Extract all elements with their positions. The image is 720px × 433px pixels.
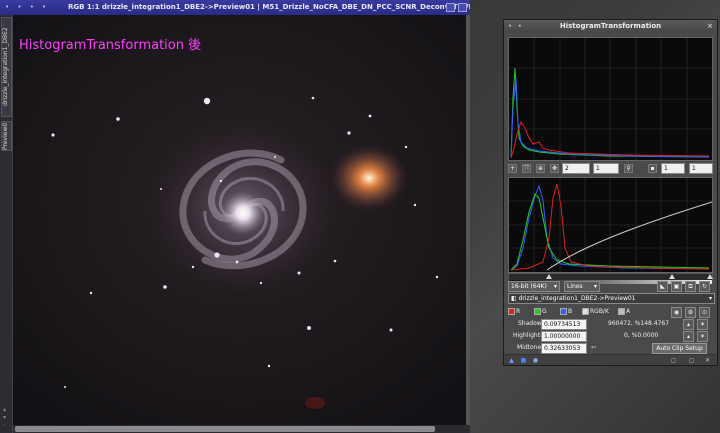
highlights-reset-button[interactable]: ▴: [683, 331, 694, 342]
chevron-down-icon: ▾: [708, 295, 712, 302]
tab-main-view[interactable]: drizzle_integration1_DBE2: [1, 17, 12, 117]
graph-style-select[interactable]: Lines ▾: [564, 281, 600, 292]
new-instance-icon[interactable]: ▲: [508, 357, 515, 364]
tab-preview01[interactable]: Preview01: [1, 121, 12, 151]
desktop: • • • • RGB 1:1 drizzle_integration1_DBE…: [0, 0, 720, 433]
highlights-field[interactable]: 1.00000000: [541, 331, 587, 342]
shadows-auto-button[interactable]: ✶: [697, 319, 708, 330]
shadows-clip-stats: 960472, %148.4767: [608, 320, 670, 327]
input-histogram-graph: [509, 178, 713, 272]
documentation-icon[interactable]: ✕: [704, 357, 711, 364]
view-selector-row: ◧ drizzle_integration1_DBE2->Preview01 ▾: [508, 293, 715, 304]
green-channel-checkbox[interactable]: [534, 308, 541, 315]
blue-channel-label: B: [568, 308, 573, 315]
zoom-in-icon[interactable]: ⊕: [536, 164, 545, 173]
shadows-reset-button[interactable]: ▴: [683, 319, 694, 330]
output-histogram-plot[interactable]: [508, 37, 713, 161]
maximize-button[interactable]: [458, 3, 467, 12]
lock-icon[interactable]: ▪: [648, 164, 657, 173]
gear-icon[interactable]: ⚙: [685, 307, 696, 318]
highlights-handle[interactable]: [707, 274, 713, 279]
vertical-scrollbar[interactable]: [466, 15, 470, 425]
target-icon[interactable]: ◉: [671, 307, 682, 318]
histogram-transformation-window: • • HistogramTransformation × + ⤧ ⊕ ✥ 2 …: [503, 19, 718, 366]
window-control-dots[interactable]: • •: [508, 20, 524, 33]
red-channel-label: R: [516, 308, 521, 315]
refresh-button[interactable]: ↻: [699, 281, 710, 292]
image-window-title: RGB 1:1 drizzle_integration1_DBE2->Previ…: [68, 3, 470, 11]
alpha-channel-label: A: [626, 308, 631, 315]
graph-style-value: Lines: [567, 283, 583, 290]
galaxy-image: [13, 15, 466, 425]
image-window-titlebar[interactable]: • • • • RGB 1:1 drizzle_integration1_DBE…: [0, 0, 470, 15]
window-control-dots[interactable]: • • • •: [5, 0, 49, 15]
midtones-reset-icon[interactable]: ⇦: [591, 344, 596, 351]
display-options-row: 16-bit (64K) ▾ Lines ▾ ◣ ▣ ⧉ ↻: [508, 281, 715, 292]
position-spinner-b[interactable]: 1: [689, 163, 713, 174]
view-icon: ◧: [511, 295, 519, 302]
apply-icon[interactable]: ■: [520, 357, 527, 364]
horizontal-scrollbar[interactable]: [13, 425, 470, 433]
output-histogram-graph: [509, 38, 712, 160]
apply-global-icon[interactable]: ●: [532, 357, 539, 364]
vertical-zoom-spinner[interactable]: 1: [593, 163, 619, 174]
magnifier-icon[interactable]: ⚲: [624, 164, 633, 173]
horizontal-zoom-spinner[interactable]: 2: [562, 163, 590, 174]
bit-depth-value: 16-bit (64K): [511, 283, 547, 290]
shadows-field[interactable]: 0.09734513: [541, 319, 587, 330]
shadows-handle[interactable]: [546, 274, 552, 279]
midtones-handle[interactable]: [669, 274, 675, 279]
alpha-channel-checkbox[interactable]: [618, 308, 625, 315]
copy-button[interactable]: ⧉: [685, 281, 696, 292]
image-canvas[interactable]: HistogramTransformation 後: [13, 15, 466, 425]
real-time-preview-icon[interactable]: ◻: [670, 357, 677, 364]
rgbk-channel-label: RGB/K: [590, 308, 609, 315]
highlights-auto-button[interactable]: ✶: [697, 331, 708, 342]
red-channel-checkbox[interactable]: [508, 308, 515, 315]
midtones-row: Midtones: 0.32633053 ⇦ Auto Clip Setup: [508, 343, 715, 354]
channel-selector-row: R G B RGB/K A ◉ ⚙ ⊙: [508, 307, 715, 318]
chevron-down-icon: ▾: [553, 283, 557, 290]
highlights-clip-stats: 0, %0.0000: [624, 332, 659, 339]
pan-icon[interactable]: ✥: [550, 164, 559, 173]
bit-depth-select[interactable]: 16-bit (64K) ▾: [508, 281, 560, 292]
shade-button[interactable]: [446, 3, 455, 12]
scrollbar-thumb[interactable]: [15, 426, 435, 432]
zoom-fit-icon[interactable]: ⤧: [522, 164, 531, 173]
position-spinner-a[interactable]: 1: [661, 163, 685, 174]
image-window: • • • • RGB 1:1 drizzle_integration1_DBE…: [0, 0, 470, 433]
tab-scroll-down-icon[interactable]: ▾: [3, 415, 9, 421]
view-tab-strip: drizzle_integration1_DBE2 Preview01 ▴ ▾ …: [0, 15, 13, 433]
view-select-value: drizzle_integration1_DBE2->Preview01: [518, 295, 636, 302]
midtones-field[interactable]: 0.32633053: [541, 343, 587, 354]
blue-channel-checkbox[interactable]: [560, 308, 567, 315]
reset-zoom-button[interactable]: ▣: [671, 281, 682, 292]
log-scale-button[interactable]: ◣: [657, 281, 668, 292]
auto-clip-setup-button[interactable]: Auto Clip Setup: [652, 343, 707, 354]
close-icon[interactable]: ×: [707, 20, 713, 33]
process-control-bar: ▲ ■ ● ◻ ◻ ✕: [504, 354, 717, 365]
view-select[interactable]: ◧ drizzle_integration1_DBE2->Preview01 ▾: [508, 293, 715, 304]
tab-new-icon[interactable]: ◦: [3, 423, 9, 429]
tab-scroll-up-icon[interactable]: ▴: [3, 407, 9, 413]
green-channel-label: G: [542, 308, 547, 315]
crosshair-icon[interactable]: +: [508, 164, 517, 173]
reset-icon[interactable]: ◻: [688, 357, 695, 364]
input-histogram-plot[interactable]: [508, 177, 713, 273]
overlay-caption: HistogramTransformation 後: [19, 38, 202, 53]
settings-icon[interactable]: ⊙: [699, 307, 710, 318]
histogram-titlebar[interactable]: • • HistogramTransformation ×: [504, 20, 717, 33]
histogram-title: HistogramTransformation: [559, 22, 662, 30]
shadows-row: Shadows: 0.09734513 960472, %148.4767 ▴ …: [508, 319, 715, 330]
zoom-toolbar: + ⤧ ⊕ ✥ 2 1 ⚲ ▪ 1 1: [508, 163, 713, 175]
highlights-row: Highlights: 1.00000000 0, %0.0000 ▴ ✶: [508, 331, 715, 342]
chevron-down-icon: ▾: [593, 283, 597, 290]
rgbk-channel-checkbox[interactable]: [582, 308, 589, 315]
